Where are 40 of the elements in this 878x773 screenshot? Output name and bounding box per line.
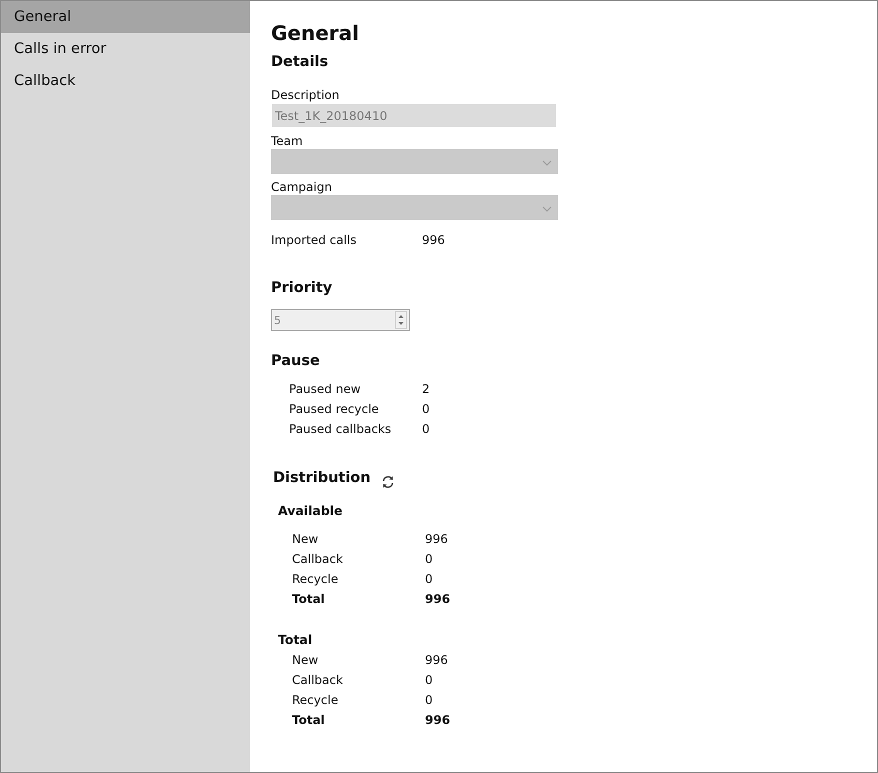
refresh-icon[interactable] [380,475,395,489]
sidebar-item[interactable]: General [1,1,250,33]
section-heading: Priority [271,280,334,298]
row-value: 0 [425,692,433,709]
field-value: 996 [422,232,445,249]
row-label: Total [292,712,326,729]
row-label: Recycle [292,571,340,588]
section-heading: Pause [271,353,321,371]
row-value: 996 [425,652,448,669]
row-label: Total [292,591,326,608]
field-label: Team [271,133,304,149]
page-title: General [271,21,360,47]
row-label: New [292,652,320,669]
row-value: 996 [425,712,450,729]
row-value: 0 [425,672,433,689]
row-label: Paused callbacks [289,421,392,438]
field-label: Description [271,87,340,103]
row-label: Paused recycle [289,401,380,418]
sidebar-item[interactable]: Callback [1,65,250,97]
chevron-down-icon [542,160,552,166]
row-value: 2 [422,381,430,398]
row-value: 0 [425,571,433,588]
row-value: 996 [425,591,450,608]
section-heading: Details [271,54,330,72]
sidebar-item[interactable]: Calls in error [1,33,250,65]
row-value: 0 [422,421,430,438]
row-label: Callback [292,551,344,568]
row-value: 0 [422,401,430,418]
row-label: Recycle [292,692,340,709]
row-label: Paused new [289,381,362,398]
row-value: 996 [425,531,448,548]
row-label: New [292,531,320,548]
row-label: Callback [292,672,344,689]
chevron-down-icon [542,206,552,212]
group-heading: Total [278,631,314,649]
field-label: Campaign [271,179,333,195]
group-heading: Available [278,502,344,520]
field-label: Imported calls [271,232,358,249]
section-heading: Distribution [273,470,371,488]
row-value: 0 [425,551,433,568]
